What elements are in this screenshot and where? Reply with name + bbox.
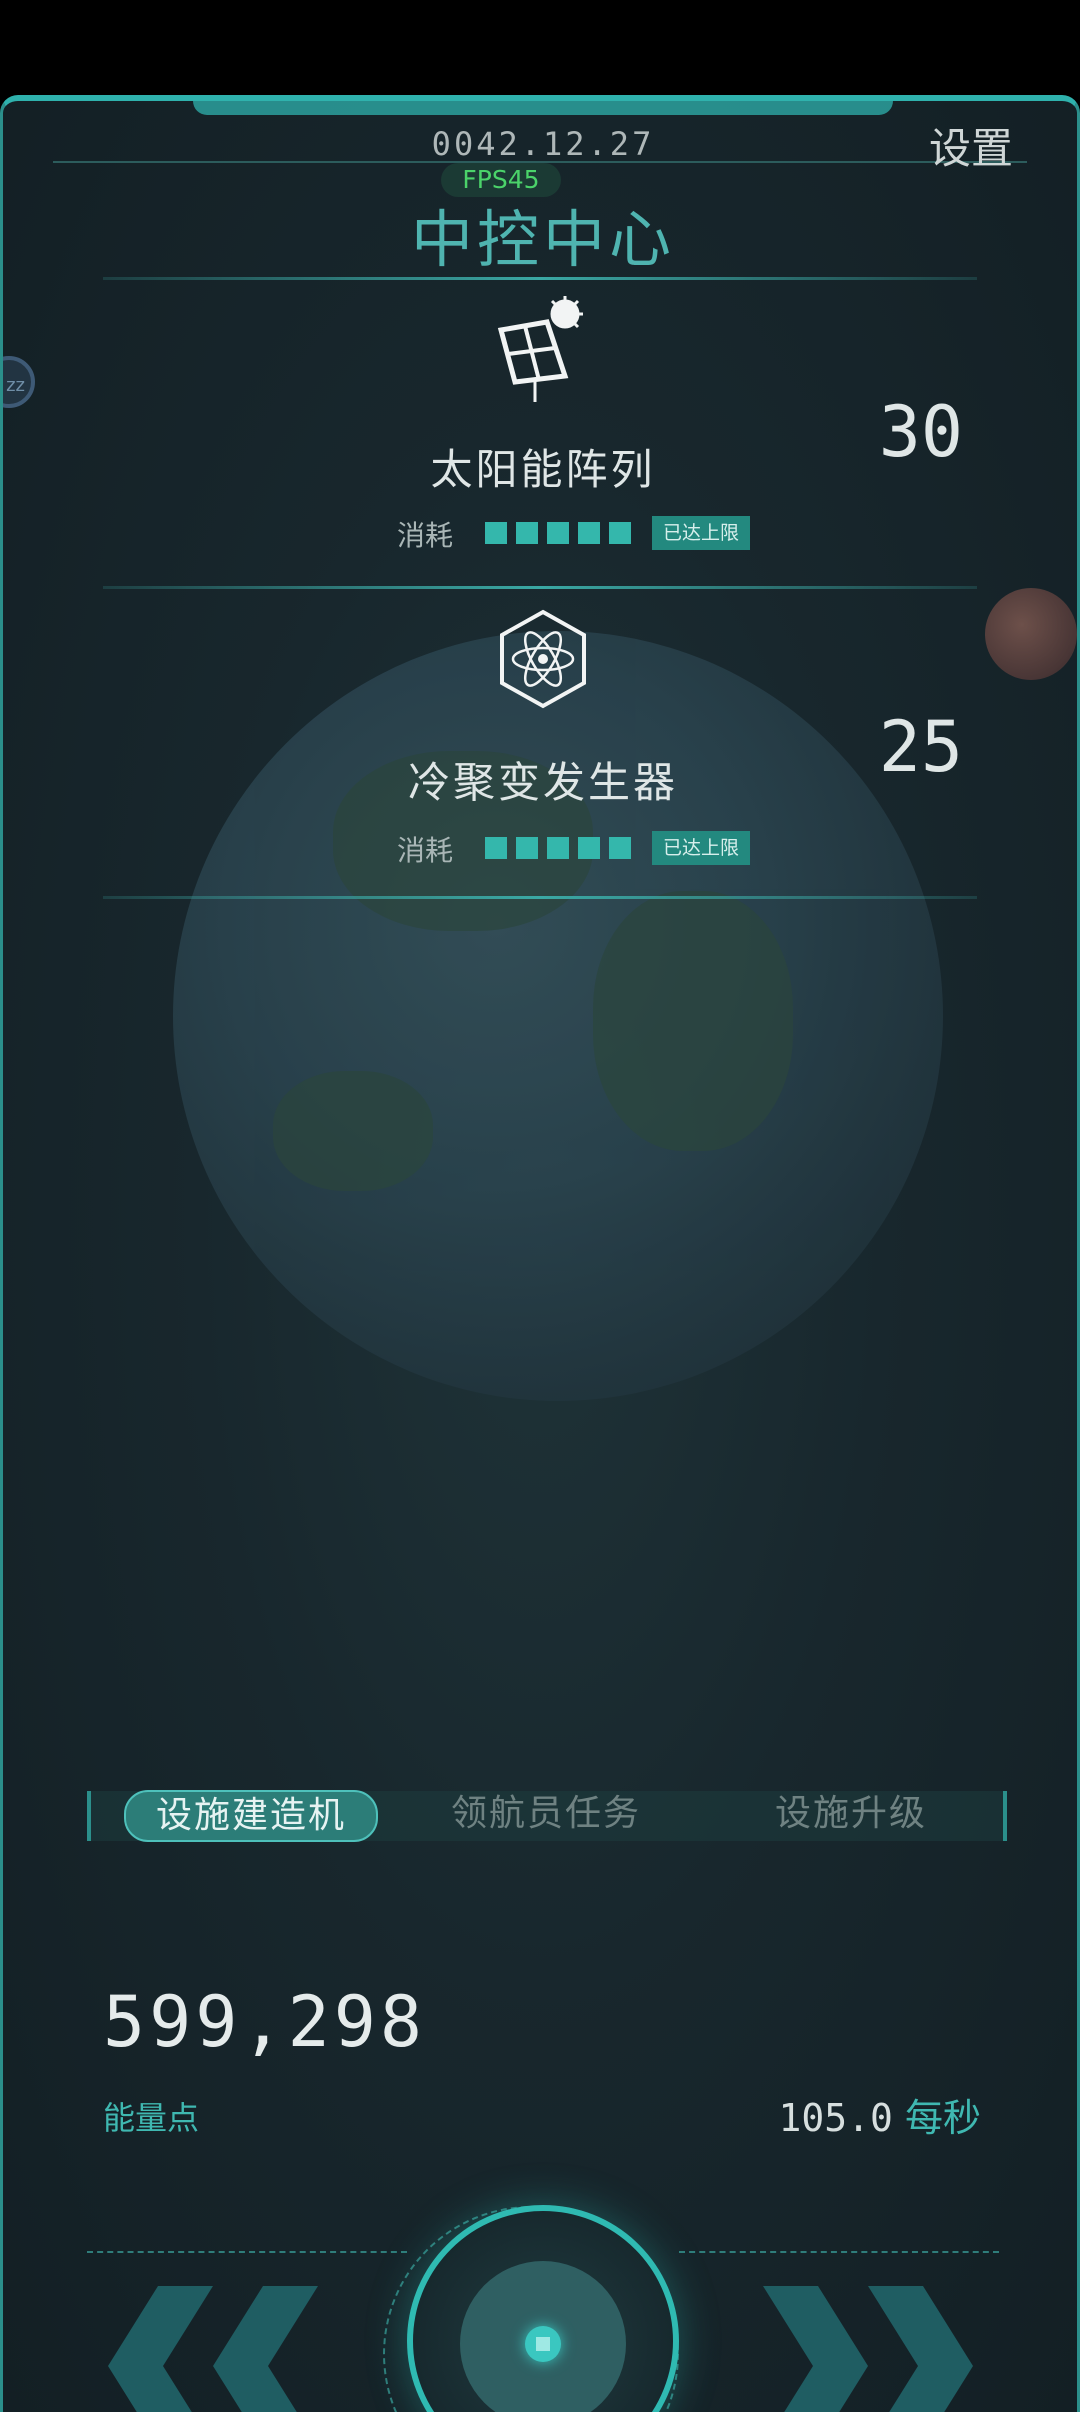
page-title: 中控中心 xyxy=(410,203,675,276)
tab-facility-upgrade[interactable]: 设施升级 xyxy=(731,1790,971,1838)
settings-button[interactable]: 设置 xyxy=(929,115,1013,176)
planet-landmass xyxy=(273,1071,433,1191)
tab-navigator-missions[interactable]: 领航员任务 xyxy=(421,1790,671,1838)
tab-facility-builder[interactable]: 设施建造机 xyxy=(124,1790,378,1842)
consume-label: 消耗 xyxy=(397,834,454,867)
dashed-divider xyxy=(87,2251,407,2253)
tab-bar: 设施建造机 领航员任务 设施升级 xyxy=(87,1790,1007,1842)
consume-block xyxy=(516,522,538,544)
energy-rate: 105.0 每秒 xyxy=(779,2087,982,2142)
chevron-right-icon[interactable] xyxy=(763,2286,978,2412)
atom-icon xyxy=(493,609,593,719)
max-level-badge: 已达上限 xyxy=(652,831,750,865)
consume-meter xyxy=(485,522,631,544)
top-glow-bar xyxy=(193,101,893,115)
facility-count: 25 xyxy=(878,706,963,788)
consume-block xyxy=(547,522,569,544)
energy-rate-unit: 每秒 xyxy=(904,2096,981,2140)
consume-block xyxy=(516,837,538,859)
energy-points-value: 599,298 xyxy=(103,1981,427,2063)
facility-divider xyxy=(103,896,977,899)
consume-block xyxy=(609,837,631,859)
solar-panel-icon xyxy=(493,296,593,406)
energy-points-label: 能量点 xyxy=(103,2099,200,2137)
game-screen: zz 0042.12.27 FPS45 设置 中控中心 太阳能阵列 30 消耗 … xyxy=(0,95,1080,2412)
consume-block xyxy=(485,522,507,544)
facility-count: 30 xyxy=(878,391,963,473)
consume-block xyxy=(609,522,631,544)
game-date: 0042.12.27 xyxy=(431,125,655,163)
consume-block xyxy=(547,837,569,859)
title-divider xyxy=(103,277,977,280)
energy-rate-value: 105.0 xyxy=(778,2096,893,2140)
consume-block xyxy=(578,837,600,859)
chevron-left-icon[interactable] xyxy=(103,2286,318,2412)
dashed-divider xyxy=(679,2251,999,2253)
core-center-icon xyxy=(525,2326,561,2362)
consume-block xyxy=(485,837,507,859)
max-level-badge: 已达上限 xyxy=(652,516,750,550)
consume-meter xyxy=(485,837,631,859)
facility-divider xyxy=(103,586,977,589)
consume-block xyxy=(578,522,600,544)
facility-fusion-generator[interactable]: 冷聚变发生器 25 消耗 已达上限 xyxy=(3,609,1077,989)
consume-label: 消耗 xyxy=(397,519,454,552)
